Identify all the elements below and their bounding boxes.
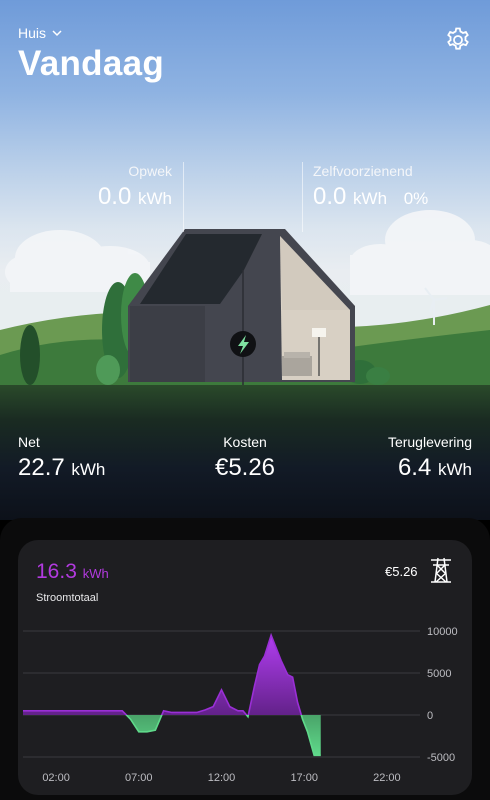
opwek-number: 0.0 [97,183,132,210]
net-unit: kWh [71,460,106,479]
opwek-label: Opwek [128,163,172,179]
series-area-consumption [23,635,321,715]
teruglevering-stat: Teruglevering 6.4 kWh [352,434,472,482]
zelfvoorzienend-label: Zelfvoorzienend [313,163,413,179]
teruglevering-unit: kWh [438,460,472,479]
net-stat: Net 22.7 kWh [18,434,105,482]
card-total-number: 16.3 [36,560,77,583]
location-selector[interactable]: Huis [18,25,62,41]
page-title: Vandaag [18,44,165,83]
card-cost: €5.26 [385,564,418,579]
kosten-value: €5.26 [214,454,276,481]
teruglevering-number: 6.4 [397,454,432,481]
x-tick-label: 02:00 [42,772,70,784]
teruglevering-label: Teruglevering [387,434,472,450]
x-tick-label: 07:00 [125,772,153,784]
x-tick-label: 22:00 [373,772,401,784]
net-value: 22.7 kWh [18,454,105,482]
x-tick-label: 17:00 [290,772,318,784]
energy-chart[interactable]: 10000 5000 0 -5000 02:00 07:00 12:00 17:00 22:00 [0,600,490,800]
y-tick-label: 0 [427,710,433,722]
stat-divider-left [183,162,184,232]
zelfvoorzienend-percent: 0% [403,189,429,208]
opwek-value: 0.0 kWh [96,183,172,211]
teruglevering-value: 6.4 kWh [352,454,472,482]
y-tick-label: 10000 [427,626,458,638]
opwek-unit: kWh [138,189,172,208]
zelfvoorzienend-stat: Zelfvoorzienend 0.0 kWh 0% [313,163,428,211]
card-total: 16.3 kWh [36,560,109,584]
y-tick-label: -5000 [427,752,455,764]
opwek-stat: Opwek 0.0 kWh [96,163,172,211]
zelfvoorzienend-unit: kWh [353,189,388,208]
kosten-stat: Kosten €5.26 [185,434,305,482]
chevron-down-icon [52,30,62,37]
gear-icon[interactable] [444,26,472,54]
card-total-unit: kWh [82,566,109,581]
net-number: 22.7 [18,454,65,481]
y-tick-label: 5000 [427,668,451,680]
x-tick-label: 12:00 [208,772,236,784]
power-tower-icon [431,557,451,583]
net-label: Net [18,434,40,450]
kosten-label: Kosten [223,434,267,450]
stat-divider-right [302,162,303,232]
zelfvoorzienend-value: 0.0 kWh 0% [313,183,428,211]
location-label: Huis [18,25,47,41]
zelfvoorzienend-number: 0.0 [313,183,347,210]
